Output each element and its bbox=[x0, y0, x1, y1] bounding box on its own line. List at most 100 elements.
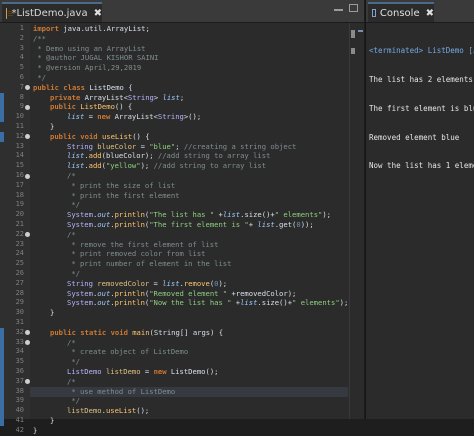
change-marker bbox=[0, 406, 4, 416]
code-line-10: list = new ArrayList<String>(); bbox=[67, 112, 202, 122]
code-line-21: System.out.println("The first element is… bbox=[67, 220, 314, 229]
line-number: 15 bbox=[15, 161, 24, 170]
line-number: 19 bbox=[15, 200, 24, 209]
code-line-17: * print the size of list bbox=[67, 180, 176, 190]
change-marker bbox=[0, 112, 4, 122]
change-marker bbox=[0, 347, 4, 358]
console-output[interactable]: <terminated> ListDemo [Java The list has… bbox=[369, 27, 474, 190]
line-number: 29 bbox=[15, 298, 24, 307]
code-line-30: } bbox=[50, 308, 55, 318]
fold-toggle-icon[interactable] bbox=[25, 173, 30, 179]
window-controls bbox=[334, 4, 358, 12]
line-number: 21 bbox=[15, 220, 24, 228]
line-number: 28 bbox=[15, 288, 24, 297]
code-line-24: * print removed color from list bbox=[67, 249, 206, 259]
change-marker bbox=[0, 416, 4, 426]
line-number: 34 bbox=[15, 347, 24, 356]
overview-marker[interactable] bbox=[358, 30, 363, 32]
line-number: 11 bbox=[15, 122, 24, 130]
line-number: 1 bbox=[19, 24, 24, 32]
line-number: 2 bbox=[19, 33, 24, 42]
code-line-5: * @version April,29,2019 bbox=[33, 63, 142, 73]
line-number: 42 bbox=[15, 425, 24, 434]
change-marker bbox=[0, 102, 4, 113]
code-line-14: list.add(blueColor); //add string to arr… bbox=[67, 151, 271, 161]
change-marker bbox=[0, 367, 4, 377]
code-line-8: private ArrayList<String> list; bbox=[50, 92, 185, 102]
minimize-icon[interactable] bbox=[334, 8, 343, 11]
code-line-15: list.add("yellow"); //add string to arra… bbox=[67, 161, 267, 171]
change-marker bbox=[0, 396, 4, 407]
console-tab-label: Console bbox=[379, 7, 420, 19]
line-number: 4 bbox=[19, 53, 24, 62]
console-line: The first element is blue bbox=[369, 103, 474, 113]
code-line-23: * remove the first element of list bbox=[67, 239, 219, 249]
fold-toggle-icon[interactable] bbox=[25, 104, 30, 110]
console-terminated-line: <terminated> ListDemo [Java bbox=[369, 46, 474, 56]
console-line: Removed element blue bbox=[369, 132, 460, 142]
code-line-9: public ListDemo() { bbox=[50, 102, 133, 112]
code-line-41: } bbox=[50, 416, 55, 425]
code-line-1: import java.util.ArrayList; bbox=[33, 24, 150, 33]
line-number: 13 bbox=[15, 141, 24, 150]
code-line-33: /* bbox=[67, 337, 76, 347]
tab-listdemo-java[interactable]: *ListDemo.java ✖ bbox=[2, 2, 102, 22]
change-marker bbox=[0, 376, 4, 387]
line-number: 7 bbox=[19, 82, 24, 91]
line-number: 32 bbox=[15, 327, 24, 336]
change-marker bbox=[0, 386, 4, 397]
line-number: 3 bbox=[19, 43, 24, 52]
code-line-12: public void useList() { bbox=[50, 131, 150, 141]
line-number: 5 bbox=[19, 63, 24, 72]
line-number: 26 bbox=[15, 269, 24, 277]
line-number: 8 bbox=[19, 92, 24, 101]
code-line-34: * create object of ListDemo bbox=[67, 347, 189, 357]
code-line-26: */ bbox=[67, 269, 80, 278]
code-line-2: /** bbox=[33, 33, 46, 43]
change-marker bbox=[0, 337, 4, 348]
code-line-16: /* bbox=[67, 171, 76, 180]
code-line-19: */ bbox=[67, 200, 80, 210]
console-tab-bar: Console ✖ bbox=[366, 0, 474, 23]
code-line-42: } bbox=[33, 425, 38, 435]
line-number: 31 bbox=[15, 318, 24, 326]
code-line-25: * print number of element in the list bbox=[67, 259, 232, 269]
close-icon[interactable]: ✖ bbox=[94, 8, 102, 19]
scrollbar-thumb[interactable] bbox=[351, 30, 355, 38]
line-number: 41 bbox=[15, 416, 24, 424]
code-line-18: * print the first element bbox=[67, 190, 180, 200]
code-line-35: */ bbox=[67, 357, 80, 367]
line-number: 33 bbox=[15, 337, 24, 346]
code-line-28: System.out.println("Removed element " +r… bbox=[67, 288, 297, 298]
change-marker bbox=[0, 131, 4, 142]
line-number: 22 bbox=[15, 229, 24, 238]
console-line: The list has 2 elements bbox=[369, 74, 473, 84]
change-marker bbox=[0, 327, 4, 338]
code-line-20: System.out.println("The list has " +list… bbox=[67, 210, 332, 220]
line-number: 38 bbox=[15, 386, 24, 395]
overview-ruler[interactable] bbox=[357, 23, 364, 419]
line-number: 12 bbox=[15, 131, 24, 140]
editor-tab-bar: *ListDemo.java ✖ bbox=[0, 0, 364, 23]
scrollbar-marker bbox=[351, 48, 355, 54]
maximize-icon[interactable] bbox=[349, 4, 358, 12]
code-line-39: */ bbox=[67, 396, 80, 406]
console-line: Now the list has 1 element bbox=[369, 161, 474, 171]
code-line-38: * use method of ListDemo bbox=[67, 386, 176, 396]
code-line-37: /* bbox=[67, 376, 76, 386]
code-line-4: * @author JUGAL KISHOR SAINI bbox=[33, 53, 159, 63]
console-icon bbox=[372, 9, 376, 17]
line-number: 20 bbox=[15, 210, 24, 219]
code-line-3: * Demo using an ArrayList bbox=[33, 43, 146, 53]
code-line-29: System.out.println("Now the list has " +… bbox=[67, 298, 349, 308]
line-number: 16 bbox=[15, 171, 24, 179]
code-line-32: public static void main(String[] args) { bbox=[50, 327, 224, 337]
close-icon[interactable]: ✖ bbox=[426, 8, 434, 19]
line-number: 10 bbox=[15, 112, 24, 121]
tab-console[interactable]: Console ✖ bbox=[368, 2, 434, 22]
tab-label: *ListDemo.java bbox=[11, 7, 88, 19]
line-number: 23 bbox=[15, 239, 24, 248]
line-number: 14 bbox=[15, 151, 24, 160]
line-number: 6 bbox=[19, 73, 24, 81]
code-line-6: */ bbox=[33, 73, 46, 82]
